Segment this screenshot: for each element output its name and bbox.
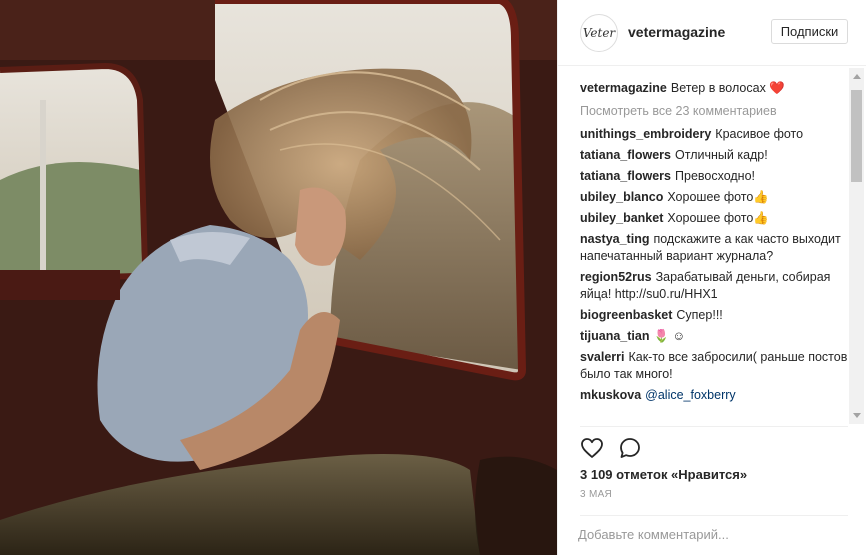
post-actions [580, 436, 700, 460]
comment-mention-link[interactable]: @alice_foxberry [645, 388, 736, 402]
comment-text: Превосходно! [675, 169, 756, 183]
instagram-post: Veter vetermagazine Подписки vetermagazi… [0, 0, 866, 555]
comment-item: tijuana_tian 🌷 ☺ [580, 328, 848, 345]
comment-text: Супер!!! [676, 308, 723, 322]
comment-username[interactable]: tatiana_flowers [580, 148, 671, 162]
comment-username[interactable]: unithings_embroidery [580, 127, 711, 141]
comment-username[interactable]: svalerri [580, 350, 624, 364]
comment-item: ubiley_blanco Хорошее фото👍 [580, 189, 848, 206]
avatar-logo-text: Veter [582, 26, 616, 40]
heart-outline-icon[interactable] [580, 436, 604, 460]
scrollbar-thumb[interactable] [851, 90, 862, 182]
comments-list: vetermagazine Ветер в волосах ❤️ Посмотре… [580, 80, 848, 425]
comment-item: biogreenbasket Супер!!! [580, 307, 848, 324]
post-photo[interactable] [0, 0, 557, 555]
likes-count[interactable]: 3 109 отметок «Нравится» [580, 467, 747, 482]
post-caption: vetermagazine Ветер в волосах ❤️ [580, 80, 848, 97]
comment-username[interactable]: biogreenbasket [580, 308, 672, 322]
speech-bubble-icon[interactable] [618, 436, 642, 460]
comment-item: ubiley_banket Хорошее фото👍 [580, 210, 848, 227]
comment-text: Красивое фото [715, 127, 804, 141]
post-header: Veter vetermagazine Подписки [558, 0, 866, 66]
author-avatar[interactable]: Veter [580, 14, 618, 52]
comment-item: tatiana_flowers Превосходно! [580, 168, 848, 185]
divider [580, 515, 848, 516]
comment-item: mkuskova @alice_foxberry [580, 387, 848, 404]
post-sidebar: Veter vetermagazine Подписки vetermagazi… [557, 0, 866, 555]
comment-item: tatiana_flowers Отличный кадр! [580, 147, 848, 164]
caption-username[interactable]: vetermagazine [580, 81, 667, 95]
comment-username[interactable]: region52rus [580, 270, 652, 284]
comment-username[interactable]: ubiley_banket [580, 211, 663, 225]
comment-item: svalerri Как-то все забросили( раньше пос… [580, 349, 848, 383]
comment-item: unithings_embroidery Красивое фото [580, 126, 848, 143]
comment-text: Хорошее фото👍 [667, 211, 769, 225]
comment-username[interactable]: tatiana_flowers [580, 169, 671, 183]
comment-username[interactable]: ubiley_blanco [580, 190, 663, 204]
add-comment-input[interactable] [578, 523, 846, 545]
comment-username[interactable]: nastya_ting [580, 232, 649, 246]
view-all-comments-link[interactable]: Посмотреть все 23 комментариев [580, 103, 848, 120]
divider [580, 426, 848, 427]
comment-text: Отличный кадр! [675, 148, 768, 162]
comment-username[interactable]: mkuskova [580, 388, 641, 402]
follow-button[interactable]: Подписки [771, 19, 848, 44]
scroll-down-arrow-icon[interactable] [853, 413, 861, 418]
caption-text: Ветер в волосах ❤️ [670, 81, 785, 95]
comment-username[interactable]: tijuana_tian [580, 329, 649, 343]
post-date[interactable]: 3 МАЯ [580, 489, 612, 500]
comment-item: nastya_ting подскажите а как часто выходи… [580, 231, 848, 265]
author-username[interactable]: vetermagazine [628, 24, 725, 40]
comment-text: Хорошее фото👍 [667, 190, 769, 204]
photo-illustration [0, 0, 557, 555]
scroll-up-arrow-icon[interactable] [853, 74, 861, 79]
comment-item: region52rus Зарабатывай деньги, собирая я… [580, 269, 848, 303]
comments-scrollbar[interactable] [849, 68, 864, 424]
comment-text: 🌷 ☺ [653, 329, 686, 343]
